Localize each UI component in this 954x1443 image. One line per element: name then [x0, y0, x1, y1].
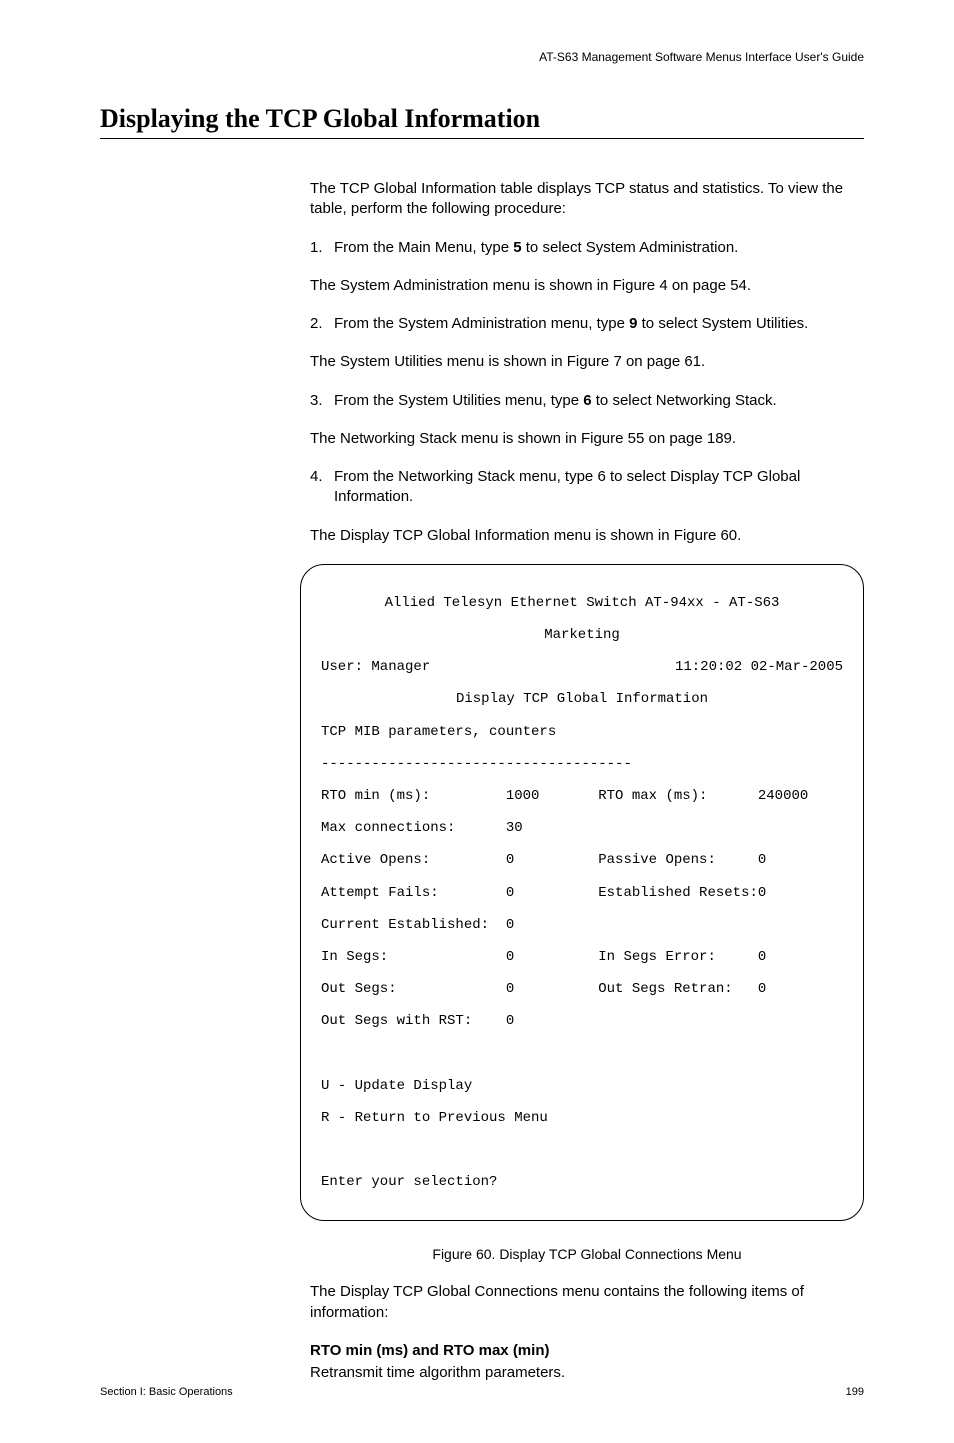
terminal-row: Attempt Fails: 0 Established Resets:0	[321, 885, 843, 901]
terminal-title-1: Allied Telesyn Ethernet Switch AT-94xx -…	[321, 595, 843, 611]
terminal-option-r: R - Return to Previous Menu	[321, 1110, 843, 1126]
terminal-user: User: Manager	[321, 659, 430, 675]
step-text: From the Networking Stack menu, type 6 t…	[334, 467, 864, 508]
footer-section: Section I: Basic Operations	[100, 1386, 233, 1398]
after-figure-paragraph: The Display TCP Global Connections menu …	[310, 1282, 864, 1323]
step-number: 4.	[310, 467, 334, 508]
step-follow: The Display TCP Global Information menu …	[310, 526, 864, 546]
page-footer: Section I: Basic Operations 199	[100, 1386, 864, 1398]
step-post: to select System Utilities.	[637, 315, 808, 332]
step-pre: From the System Administration menu, typ…	[334, 315, 629, 332]
step-follow: The System Utilities menu is shown in Fi…	[310, 352, 864, 372]
definition-term: RTO min (ms) and RTO max (min)	[310, 1341, 864, 1361]
page-title: Displaying the TCP Global Information	[100, 104, 864, 134]
definition-description: Retransmit time algorithm parameters.	[310, 1363, 864, 1383]
step-bold: 5	[513, 239, 521, 256]
step-2: 2. From the System Administration menu, …	[310, 314, 864, 334]
terminal-mib-header: TCP MIB parameters, counters	[321, 724, 843, 740]
terminal-row: Out Segs: 0 Out Segs Retran: 0	[321, 981, 843, 997]
terminal-divider: -------------------------------------	[321, 756, 843, 772]
step-3: 3. From the System Utilities menu, type …	[310, 391, 864, 411]
step-1: 1. From the Main Menu, type 5 to select …	[310, 238, 864, 258]
figure-caption: Figure 60. Display TCP Global Connection…	[310, 1245, 864, 1264]
terminal-blank	[321, 1142, 843, 1158]
terminal-row: Active Opens: 0 Passive Opens: 0	[321, 852, 843, 868]
terminal-datetime: 11:20:02 02-Mar-2005	[675, 659, 843, 675]
step-pre: From the Main Menu, type	[334, 239, 513, 256]
step-post: to select System Administration.	[522, 239, 739, 256]
step-text: From the System Administration menu, typ…	[334, 314, 864, 334]
terminal-row: Max connections: 30	[321, 820, 843, 836]
step-number: 2.	[310, 314, 334, 334]
footer-page-number: 199	[846, 1386, 864, 1398]
step-text: From the System Utilities menu, type 6 t…	[334, 391, 864, 411]
running-head: AT-S63 Management Software Menus Interfa…	[100, 50, 864, 64]
terminal-title-2: Marketing	[321, 627, 843, 643]
step-bold: 6	[583, 392, 591, 409]
terminal-row: Current Established: 0	[321, 917, 843, 933]
step-post: to select Networking Stack.	[592, 392, 777, 409]
terminal-option-u: U - Update Display	[321, 1078, 843, 1094]
step-text: From the Main Menu, type 5 to select Sys…	[334, 238, 864, 258]
intro-paragraph: The TCP Global Information table display…	[310, 179, 864, 220]
terminal-row: RTO min (ms): 1000 RTO max (ms): 240000	[321, 788, 843, 804]
body-content: The TCP Global Information table display…	[310, 179, 864, 1383]
terminal-window: Allied Telesyn Ethernet Switch AT-94xx -…	[300, 564, 864, 1222]
step-pre: From the System Utilities menu, type	[334, 392, 583, 409]
step-follow: The Networking Stack menu is shown in Fi…	[310, 429, 864, 449]
terminal-row: Out Segs with RST: 0	[321, 1013, 843, 1029]
step-number: 1.	[310, 238, 334, 258]
step-4: 4. From the Networking Stack menu, type …	[310, 467, 864, 508]
step-follow: The System Administration menu is shown …	[310, 276, 864, 296]
step-pre: From the Networking Stack menu, type 6 t…	[334, 468, 800, 505]
terminal-row: In Segs: 0 In Segs Error: 0	[321, 949, 843, 965]
terminal-blank	[321, 1045, 843, 1061]
title-rule	[100, 138, 864, 139]
terminal-menu-title: Display TCP Global Information	[321, 691, 843, 707]
terminal-prompt: Enter your selection?	[321, 1174, 843, 1190]
step-number: 3.	[310, 391, 334, 411]
